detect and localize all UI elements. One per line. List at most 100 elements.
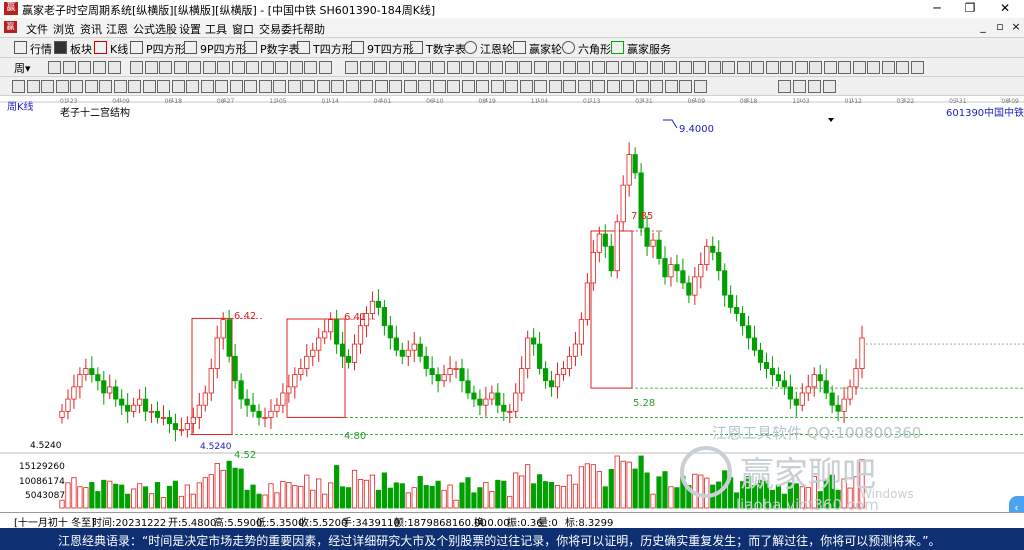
menu-formula[interactable]: 公式选股	[133, 21, 177, 37]
analysis-tool-icon[interactable]	[302, 80, 315, 93]
dropdown-triangle-icon[interactable]	[828, 118, 834, 122]
menu-settings[interactable]: 设置	[179, 21, 201, 37]
analysis-tool-icon[interactable]	[84, 80, 98, 93]
drawing-tool-icon[interactable]	[722, 61, 735, 74]
drawing-tool-icon[interactable]	[707, 61, 721, 74]
analysis-tool-icon[interactable]	[99, 80, 112, 93]
menu-browse[interactable]: 浏览	[53, 21, 75, 37]
drawing-tool-icon[interactable]	[475, 61, 489, 74]
drawing-tool-icon[interactable]	[519, 61, 532, 74]
analysis-tool-icon[interactable]	[331, 80, 344, 93]
drawing-tool-icon[interactable]	[852, 61, 866, 74]
analysis-tool-icon[interactable]	[70, 80, 83, 93]
drawing-tool-icon[interactable]	[403, 61, 416, 74]
close-icon[interactable]: ✕	[990, 0, 1020, 18]
toolbar-hexagon-button[interactable]: 六角形	[562, 41, 611, 57]
analysis-tool-icon[interactable]	[534, 80, 547, 93]
drawing-tool-icon[interactable]	[577, 61, 590, 74]
drawing-tool-icon[interactable]	[374, 61, 387, 74]
drawing-tool-icon[interactable]	[388, 61, 402, 74]
drawing-tool-icon[interactable]	[693, 61, 706, 74]
toolbar-p-table-button[interactable]: P数字表	[244, 41, 300, 57]
drawing-tool-icon[interactable]	[173, 61, 187, 74]
drawing-tool-icon[interactable]	[896, 61, 909, 74]
drawing-tool-icon[interactable]	[910, 61, 924, 74]
drawing-tool-icon[interactable]	[432, 61, 445, 74]
analysis-tool-icon[interactable]	[389, 80, 402, 93]
drawing-tool-icon[interactable]	[548, 61, 561, 74]
drawing-tool-icon[interactable]	[63, 61, 76, 74]
toolbar-9p-square-button[interactable]: 9P四方形	[184, 41, 247, 57]
drawing-tool-icon[interactable]	[765, 61, 779, 74]
drawing-tool-icon[interactable]	[490, 61, 503, 74]
analysis-tool-icon[interactable]	[244, 80, 257, 93]
analysis-tool-icon[interactable]	[808, 80, 821, 93]
drawing-tool-icon[interactable]	[736, 61, 750, 74]
drawing-tool-icon[interactable]	[562, 61, 576, 74]
analysis-tool-icon[interactable]	[55, 80, 69, 93]
analysis-tool-icon[interactable]	[171, 80, 185, 93]
minimize-icon[interactable]: ─	[922, 0, 952, 18]
drawing-tool-icon[interactable]	[417, 61, 431, 74]
drawing-tool-icon[interactable]	[260, 61, 274, 74]
analysis-tool-icon[interactable]	[316, 80, 330, 93]
analysis-tool-icon[interactable]	[345, 80, 359, 93]
drawing-tool-icon[interactable]	[823, 61, 837, 74]
analysis-tool-icon[interactable]	[793, 80, 806, 93]
menu-trade[interactable]: 交易委托	[259, 21, 303, 37]
drawing-tool-icon[interactable]	[664, 61, 677, 74]
analysis-tool-icon[interactable]	[650, 80, 663, 93]
drawing-tool-icon[interactable]	[202, 61, 216, 74]
analysis-tool-icon[interactable]	[128, 80, 141, 93]
analysis-tool-icon[interactable]	[200, 80, 214, 93]
toolbar-p-square-button[interactable]: P四方形	[130, 41, 186, 57]
analysis-tool-icon[interactable]	[287, 80, 301, 93]
drawing-tool-icon[interactable]	[794, 61, 808, 74]
drawing-tool-icon[interactable]	[620, 61, 634, 74]
drawing-tool-icon[interactable]	[231, 61, 245, 74]
analysis-tool-icon[interactable]	[693, 80, 707, 93]
analysis-tool-icon[interactable]	[157, 80, 170, 93]
analysis-tool-icon[interactable]	[403, 80, 417, 93]
drawing-tool-icon[interactable]	[217, 61, 230, 74]
analysis-tool-icon[interactable]	[229, 80, 243, 93]
drawing-tool-icon[interactable]	[359, 61, 373, 74]
analysis-tool-icon[interactable]	[563, 80, 576, 93]
drawing-tool-icon[interactable]	[345, 61, 358, 74]
analysis-tool-icon[interactable]	[778, 80, 791, 93]
drawing-tool-icon[interactable]	[130, 61, 143, 74]
analysis-tool-icon[interactable]	[635, 80, 649, 93]
doc-minimize-icon[interactable]: _	[975, 19, 991, 35]
analysis-tool-icon[interactable]	[505, 80, 518, 93]
analysis-tool-icon[interactable]	[548, 80, 562, 93]
drawing-tool-icon[interactable]	[461, 61, 474, 74]
drawing-tool-icon[interactable]	[93, 61, 106, 74]
drawing-tool-icon[interactable]	[838, 61, 851, 74]
drawing-tool-icon[interactable]	[606, 61, 619, 74]
drawing-tool-icon[interactable]	[289, 61, 303, 74]
analysis-tool-icon[interactable]	[621, 80, 634, 93]
drawing-tool-icon[interactable]	[144, 61, 158, 74]
toolbar-t-table-button[interactable]: T数字表	[410, 41, 466, 57]
analysis-tool-icon[interactable]	[519, 80, 533, 93]
drawing-tool-icon[interactable]	[108, 61, 121, 74]
drawing-tool-icon[interactable]	[48, 61, 61, 74]
maximize-icon[interactable]: ❐	[955, 0, 985, 18]
toolbar-service-button[interactable]: 赢家服务	[611, 41, 671, 57]
drawing-tool-icon[interactable]	[881, 61, 895, 74]
drawing-tool-icon[interactable]	[318, 61, 332, 74]
menu-tools[interactable]: 工具	[205, 21, 227, 37]
analysis-tool-icon[interactable]	[26, 80, 40, 93]
analysis-tool-icon[interactable]	[823, 80, 836, 93]
analysis-tool-icon[interactable]	[577, 80, 591, 93]
analysis-tool-icon[interactable]	[490, 80, 504, 93]
analysis-tool-icon[interactable]	[258, 80, 272, 93]
toolbar-sector-button[interactable]: 板块	[54, 41, 92, 57]
menu-window[interactable]: 窗口	[232, 21, 254, 37]
drawing-tool-icon[interactable]	[446, 61, 460, 74]
toolbar-9t-square-button[interactable]: 9T四方形	[351, 41, 414, 57]
drawing-tool-icon[interactable]	[649, 61, 663, 74]
analysis-tool-icon[interactable]	[476, 80, 489, 93]
analysis-tool-icon[interactable]	[215, 80, 228, 93]
drawing-tool-icon[interactable]	[809, 61, 822, 74]
